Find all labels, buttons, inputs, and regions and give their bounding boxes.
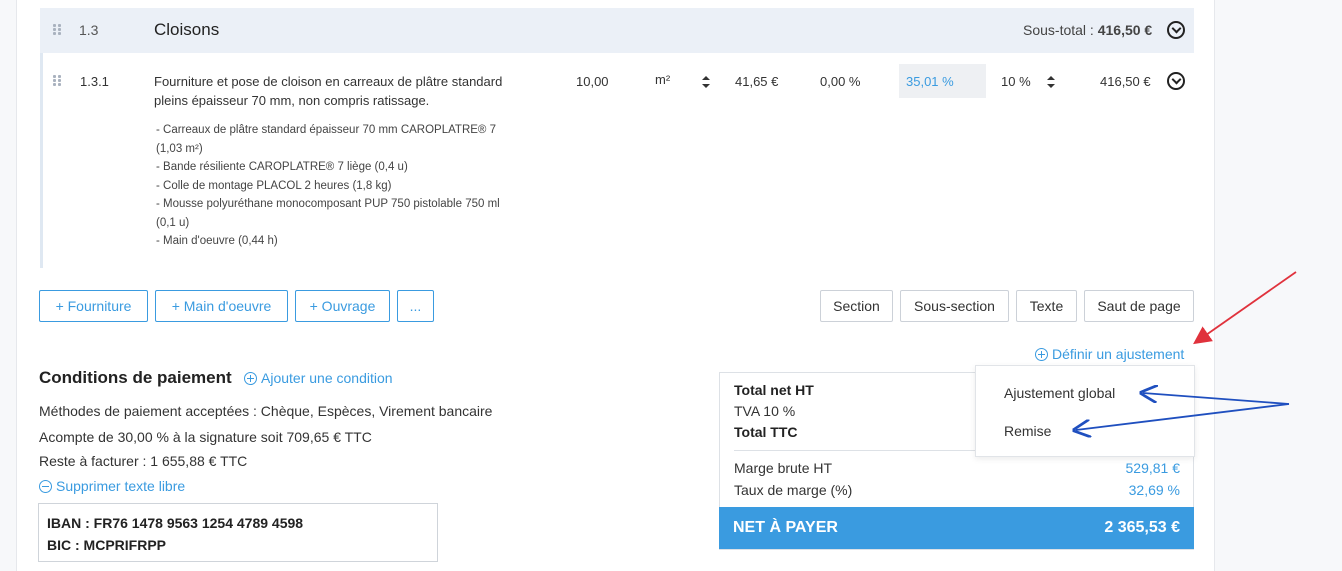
red-arrow: [1193, 271, 1297, 345]
blue-arrow-global: [1143, 393, 1290, 405]
blue-arrow-remise: [1076, 403, 1290, 430]
annotation-arrows: [0, 271, 1297, 571]
